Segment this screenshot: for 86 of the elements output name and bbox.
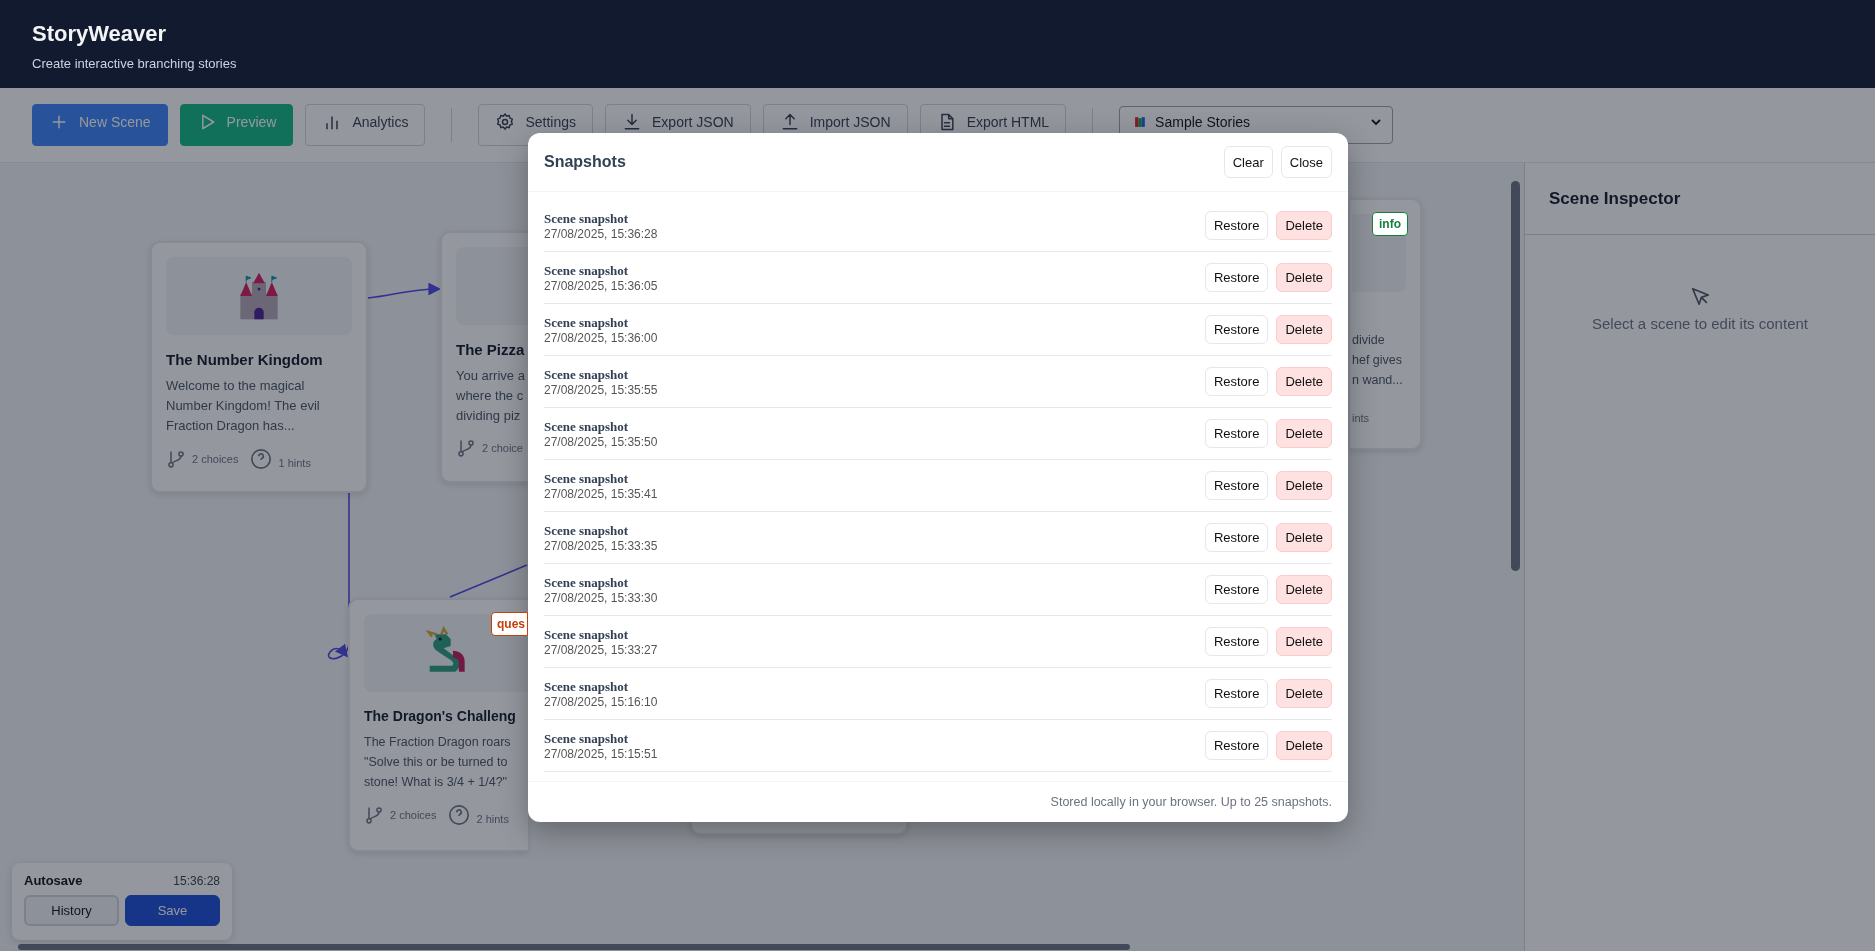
scene-card[interactable]: info divide hef gives n wand... ints	[1350, 198, 1422, 450]
empty-message: Select a scene to edit its content	[1592, 315, 1808, 332]
delete-button[interactable]: Delete	[1276, 471, 1332, 500]
restore-button[interactable]: Restore	[1204, 419, 1269, 448]
delete-button[interactable]: Delete	[1276, 315, 1332, 344]
delete-button[interactable]: Delete	[1276, 367, 1332, 396]
branch-icon	[166, 449, 186, 469]
choices-count: 2 choices	[390, 809, 437, 821]
delete-button[interactable]: Delete	[1276, 263, 1332, 292]
snapshot-title: Scene snapshot	[544, 730, 630, 747]
snapshot-time: 27/08/2025, 15:33:35	[544, 538, 658, 553]
restore-button[interactable]: Restore	[1204, 731, 1269, 760]
delete-button[interactable]: Delete	[1276, 523, 1332, 552]
scene-card[interactable]: The Number Kingdom Welcome to the magical Number Kingdom! The evil Fraction Dragon has... 2 choices 1 hints	[150, 241, 368, 493]
autosave-button[interactable]: History	[24, 895, 120, 926]
pointer-icon	[1689, 285, 1711, 307]
dialog-footer-note: Stored locally in your browser. Up to 25 snapshots.	[1050, 795, 1332, 809]
snapshot-time: 27/08/2025, 15:16:10	[544, 694, 658, 709]
delete-button[interactable]: Delete	[1276, 679, 1332, 708]
restore-button[interactable]: Restore	[1204, 367, 1269, 396]
choices-count: 2 choices	[192, 453, 239, 465]
hints-count: 2 hints	[476, 813, 509, 825]
choices-count: 2 choice	[482, 442, 523, 454]
restore-button[interactable]: Restore	[1204, 627, 1269, 656]
dialog-button[interactable]: Clear	[1223, 146, 1273, 178]
autosave-button[interactable]: Save	[125, 895, 220, 926]
delete-button[interactable]: Delete	[1276, 627, 1332, 656]
snapshot-title: Scene snapshot	[544, 678, 630, 695]
restore-button[interactable]: Restore	[1204, 211, 1269, 240]
scene-title: The Pizza	[456, 341, 525, 358]
settings-icon	[495, 112, 516, 132]
caret-icon	[1370, 116, 1383, 128]
delete-button[interactable]: Delete	[1276, 211, 1332, 240]
snapshot-title: Scene snapshot	[544, 418, 630, 435]
snapshot-time: 27/08/2025, 15:33:30	[544, 590, 658, 605]
delete-button[interactable]: Delete	[1276, 731, 1332, 760]
snapshot-time: 27/08/2025, 15:35:41	[544, 486, 658, 501]
restore-button[interactable]: Restore	[1204, 679, 1269, 708]
snapshot-time: 27/08/2025, 15:33:27	[544, 642, 658, 657]
hints-count: ints	[1352, 412, 1370, 424]
scene-title: The Dragon's Challeng	[364, 708, 516, 724]
autosave-time: 15:36:28	[173, 873, 220, 888]
books-icon	[1134, 115, 1148, 128]
snapshot-time: 27/08/2025, 15:15:51	[544, 746, 658, 761]
scene-excerpt: You arrive a where the c dividing piz	[456, 367, 525, 425]
branch-icon	[456, 438, 476, 458]
scene-title: The Number Kingdom	[166, 351, 323, 368]
scene-excerpt: divide hef gives n wand...	[1352, 332, 1403, 389]
snapshot-time: 27/08/2025, 15:35:50	[544, 434, 658, 449]
delete-button[interactable]: Delete	[1276, 575, 1332, 604]
snapshot-title: Scene snapshot	[544, 366, 630, 383]
snapshot-title: Scene snapshot	[544, 210, 630, 227]
scene-tag: ques	[491, 612, 528, 636]
snapshot-title: Scene snapshot	[544, 574, 630, 591]
restore-button[interactable]: Restore	[1204, 575, 1269, 604]
autosave-label: Autosave	[24, 873, 83, 888]
help-icon	[250, 448, 273, 470]
help-icon	[448, 804, 471, 826]
scene-card[interactable]: The Pizza You arrive a where the c dividing piz 2 choice	[440, 231, 528, 483]
snapshot-time: 27/08/2025, 15:36:05	[544, 278, 658, 293]
toolbar-button[interactable]: Analytics	[305, 104, 426, 146]
snapshot-time: 27/08/2025, 15:35:55	[544, 382, 658, 397]
download-icon	[622, 112, 642, 132]
restore-button[interactable]: Restore	[1204, 523, 1269, 552]
scene-tag: info	[1372, 212, 1408, 236]
app-title: StoryWeaver	[32, 21, 168, 47]
hints-count: 1 hints	[278, 457, 311, 469]
restore-button[interactable]: Restore	[1204, 263, 1269, 292]
scene-excerpt: Welcome to the magical Number Kingdom! The evil Fraction Dragon has...	[166, 377, 320, 435]
snapshot-title: Scene snapshot	[544, 314, 630, 331]
snapshot-title: Scene snapshot	[544, 262, 630, 279]
restore-button[interactable]: Restore	[1204, 315, 1269, 344]
dialog-button[interactable]: Close	[1280, 146, 1332, 178]
inspector-title: Scene Inspector	[1549, 188, 1681, 209]
snapshot-title: Scene snapshot	[544, 626, 630, 643]
snapshot-time: 27/08/2025, 15:36:28	[544, 226, 658, 241]
restore-button[interactable]: Restore	[1204, 471, 1269, 500]
snapshot-time: 27/08/2025, 15:36:00	[544, 330, 658, 345]
app-subtitle: Create interactive branching stories	[32, 56, 238, 71]
snapshot-title: Scene snapshot	[544, 522, 630, 539]
delete-button[interactable]: Delete	[1276, 419, 1332, 448]
dialog-title: Snapshots	[544, 153, 626, 171]
scene-card[interactable]: ques The Dragon's Challeng The Fraction Dragon roars "Solve this or be turned to stone! What is 3/4 + 1/4?" 2 choices 2 hints	[348, 598, 528, 852]
snapshot-title: Scene snapshot	[544, 470, 630, 487]
branch-icon	[364, 805, 384, 825]
scene-excerpt: The Fraction Dragon roars "Solve this or be turned to stone! What is 3/4 + 1/4?"	[364, 734, 511, 791]
